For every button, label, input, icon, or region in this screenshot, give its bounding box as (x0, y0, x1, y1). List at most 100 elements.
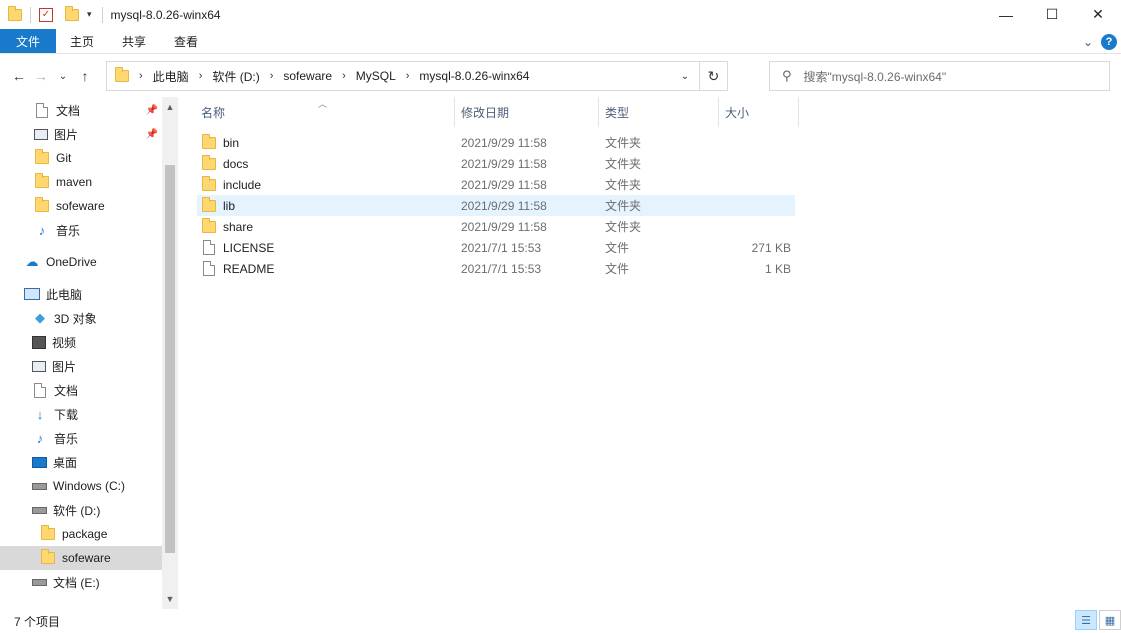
chevron-right-icon[interactable]: › (342, 70, 346, 82)
sidebar-item-label: 音乐 (56, 223, 81, 238)
close-button[interactable]: ✕ (1075, 0, 1121, 29)
sidebar-item-onedrive[interactable]: ☁ OneDrive (0, 250, 162, 274)
column-header-date[interactable]: 修改日期 (455, 97, 599, 127)
chevron-right-icon[interactable]: › (199, 70, 203, 82)
file-date: 2021/9/29 11:58 (461, 177, 547, 192)
table-row[interactable]: bin 2021/9/29 11:58 文件夹 (197, 132, 795, 153)
sidebar-item-label: 下载 (54, 407, 79, 422)
up-button[interactable]: ↑ (74, 68, 96, 84)
crumb-sofeware[interactable]: sofeware (283, 69, 332, 83)
file-type: 文件 (605, 241, 630, 255)
column-header-size[interactable]: 大小 (719, 97, 799, 127)
sidebar-item-documents-pinned[interactable]: 文档 📌 (0, 98, 162, 122)
sidebar-item-music-quick[interactable]: ♪ 音乐 (0, 218, 162, 242)
desktop-icon (32, 456, 47, 468)
sidebar-item-label: 图片 (54, 127, 79, 142)
chevron-right-icon[interactable]: › (406, 70, 410, 82)
scroll-up-icon[interactable]: ▲ (162, 99, 178, 115)
column-header-name[interactable]: 名称 (195, 97, 455, 127)
sidebar-item-label: Windows (C:) (53, 479, 126, 493)
address-bar[interactable]: › 此电脑 › 软件 (D:) › sofeware › MySQL › mys… (106, 61, 728, 91)
scrollbar-thumb[interactable] (165, 165, 175, 553)
sidebar-item-pictures[interactable]: 图片 (0, 354, 162, 378)
pictures-icon (34, 128, 48, 140)
chevron-right-icon[interactable]: › (270, 70, 274, 82)
pictures-icon (32, 360, 46, 372)
folder-icon (34, 149, 50, 166)
sidebar-item-label: 图片 (52, 359, 77, 374)
sidebar-scrollbar[interactable]: ▲ ▼ (162, 97, 178, 609)
minimize-button[interactable]: — (983, 0, 1029, 29)
sidebar-item-music[interactable]: ♪ 音乐 (0, 426, 162, 450)
sidebar-item-3d-objects[interactable]: ◆ 3D 对象 (0, 306, 162, 330)
sidebar-item-label: 视频 (52, 335, 77, 350)
table-row[interactable]: LICENSE 2021/7/1 15:53 文件 271 KB (197, 237, 795, 258)
file-icon (201, 261, 217, 276)
pin-icon: 📌 (145, 128, 158, 140)
pin-icon: 📌 (145, 104, 158, 116)
file-size: 1 KB (764, 261, 791, 276)
column-label: 类型 (605, 105, 630, 120)
sidebar-item-label: maven (56, 175, 93, 189)
column-header-type[interactable]: 类型 (599, 97, 719, 127)
sidebar-item-pictures-pinned[interactable]: 图片 📌 (0, 122, 162, 146)
crumb-current[interactable]: mysql-8.0.26-winx64 (419, 69, 529, 83)
file-type: 文件夹 (605, 178, 642, 192)
sidebar-item-drive-c[interactable]: Windows (C:) (0, 474, 162, 498)
sidebar-item-label: OneDrive (46, 255, 97, 269)
folder-icon (34, 173, 50, 190)
status-bar: 7 个项目 ☰ ▦ (0, 609, 1121, 633)
search-input[interactable]: ⚲ 搜索"mysql-8.0.26-winx64" (769, 61, 1110, 91)
sidebar-item-package[interactable]: package (0, 522, 162, 546)
sidebar-item-label: 软件 (D:) (53, 503, 101, 518)
crumb-mysql[interactable]: MySQL (356, 69, 396, 83)
sidebar-item-videos[interactable]: 视频 (0, 330, 162, 354)
properties-icon[interactable]: ✓ (39, 7, 53, 22)
file-date: 2021/9/29 11:58 (461, 219, 547, 234)
scroll-down-icon[interactable]: ▼ (162, 591, 178, 607)
tab-share[interactable]: 共享 (108, 29, 160, 53)
forward-button[interactable]: → (30, 68, 52, 84)
refresh-button[interactable]: ↻ (699, 62, 727, 90)
tab-file[interactable]: 文件 (0, 29, 56, 53)
item-count: 7 个项目 (14, 614, 61, 629)
sidebar-item-drive-d[interactable]: 软件 (D:) (0, 498, 162, 522)
crumb-this-pc[interactable]: 此电脑 (153, 68, 189, 85)
sidebar-item-maven[interactable]: maven (0, 170, 162, 194)
new-folder-icon[interactable] (65, 5, 79, 21)
tab-view[interactable]: 查看 (160, 29, 212, 53)
sidebar-item-this-pc[interactable]: 此电脑 (0, 282, 162, 306)
customize-toolbar-icon[interactable]: ▾ (87, 9, 92, 20)
sidebar-item-desktop[interactable]: 桌面 (0, 450, 162, 474)
chevron-down-icon[interactable]: ⌄ (671, 62, 699, 90)
tab-home[interactable]: 主页 (56, 29, 108, 53)
sidebar-item-git[interactable]: Git (0, 146, 162, 170)
recent-locations-button[interactable]: ⌄ (52, 71, 74, 82)
sidebar-item-label: Git (56, 151, 72, 165)
crumb-drive-d[interactable]: 软件 (D:) (212, 68, 259, 85)
table-row[interactable]: include 2021/9/29 11:58 文件夹 (197, 174, 795, 195)
table-row[interactable]: README 2021/7/1 15:53 文件 1 KB (197, 258, 795, 279)
cloud-icon: ☁ (25, 254, 39, 269)
sidebar-item-sofeware[interactable]: sofeware (0, 546, 162, 570)
sidebar-item-drive-e[interactable]: 文档 (E:) (0, 570, 162, 594)
table-row[interactable]: docs 2021/9/29 11:58 文件夹 (197, 153, 795, 174)
table-row[interactable]: share 2021/9/29 11:58 文件夹 (197, 216, 795, 237)
large-icons-view-icon[interactable]: ▦ (1099, 610, 1121, 630)
file-name: bin (223, 135, 240, 150)
table-row[interactable]: lib 2021/9/29 11:58 文件夹 (197, 195, 795, 216)
sidebar-item-downloads[interactable]: ↓ 下载 (0, 402, 162, 426)
sidebar-item-sofeware-quick[interactable]: sofeware (0, 194, 162, 218)
sidebar-item-label: sofeware (56, 199, 105, 213)
help-icon[interactable]: ? (1101, 33, 1117, 50)
details-view-icon[interactable]: ☰ (1075, 610, 1097, 630)
back-button[interactable]: ← (8, 68, 30, 84)
sidebar-item-documents[interactable]: 文档 (0, 378, 162, 402)
file-date: 2021/9/29 11:58 (461, 156, 547, 171)
maximize-button[interactable]: ☐ (1029, 0, 1075, 29)
file-name: LICENSE (223, 240, 275, 255)
expand-ribbon-icon[interactable]: ⌄ (1083, 35, 1093, 49)
file-name: lib (223, 198, 236, 213)
video-icon (32, 335, 46, 349)
quick-access-toolbar: ✓ ▾ (0, 5, 92, 23)
